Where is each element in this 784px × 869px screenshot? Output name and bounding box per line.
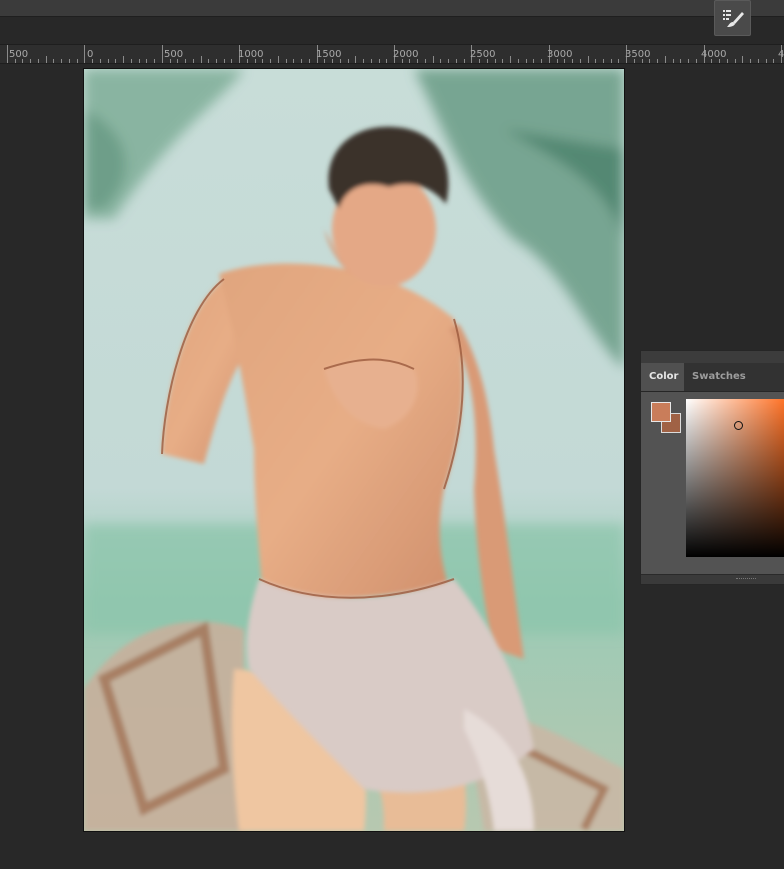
ruler-label: 3500 <box>625 49 651 60</box>
ruler-label: 3000 <box>547 49 573 60</box>
color-picker-body <box>641 392 784 576</box>
panel-tabs: Color Swatches <box>641 363 784 392</box>
tab-color[interactable]: Color <box>641 363 684 391</box>
ruler-label: 500 <box>164 49 184 60</box>
ruler-label: 2500 <box>470 49 496 60</box>
artwork-image <box>84 69 624 831</box>
ruler-label: 1500 <box>316 49 342 60</box>
ruler-label: 2000 <box>393 49 419 60</box>
editor-window: 500 0 500 1000 1500 2000 2500 3000 3500 … <box>0 0 784 869</box>
ruler-label: 4000 <box>701 49 727 60</box>
ruler-label: 4500 <box>778 49 784 60</box>
ruler-label: 0 <box>87 49 94 60</box>
options-bar <box>0 0 784 17</box>
color-panel: Color Swatches <box>640 350 784 585</box>
brush-settings-button[interactable] <box>714 0 751 36</box>
tab-swatches[interactable]: Swatches <box>684 363 748 391</box>
horizontal-ruler[interactable]: 500 0 500 1000 1500 2000 2500 3000 3500 … <box>0 44 784 64</box>
foreground-color-swatch[interactable] <box>651 402 671 422</box>
ruler-label: 1000 <box>238 49 264 60</box>
grip-icon <box>736 578 756 581</box>
color-picker-cursor[interactable] <box>734 421 743 430</box>
brush-settings-icon <box>723 10 744 27</box>
saturation-brightness-field[interactable] <box>686 399 784 557</box>
panel-resize-handle[interactable] <box>641 574 784 584</box>
document-canvas[interactable] <box>83 68 625 832</box>
ruler-label: 500 <box>9 49 29 60</box>
